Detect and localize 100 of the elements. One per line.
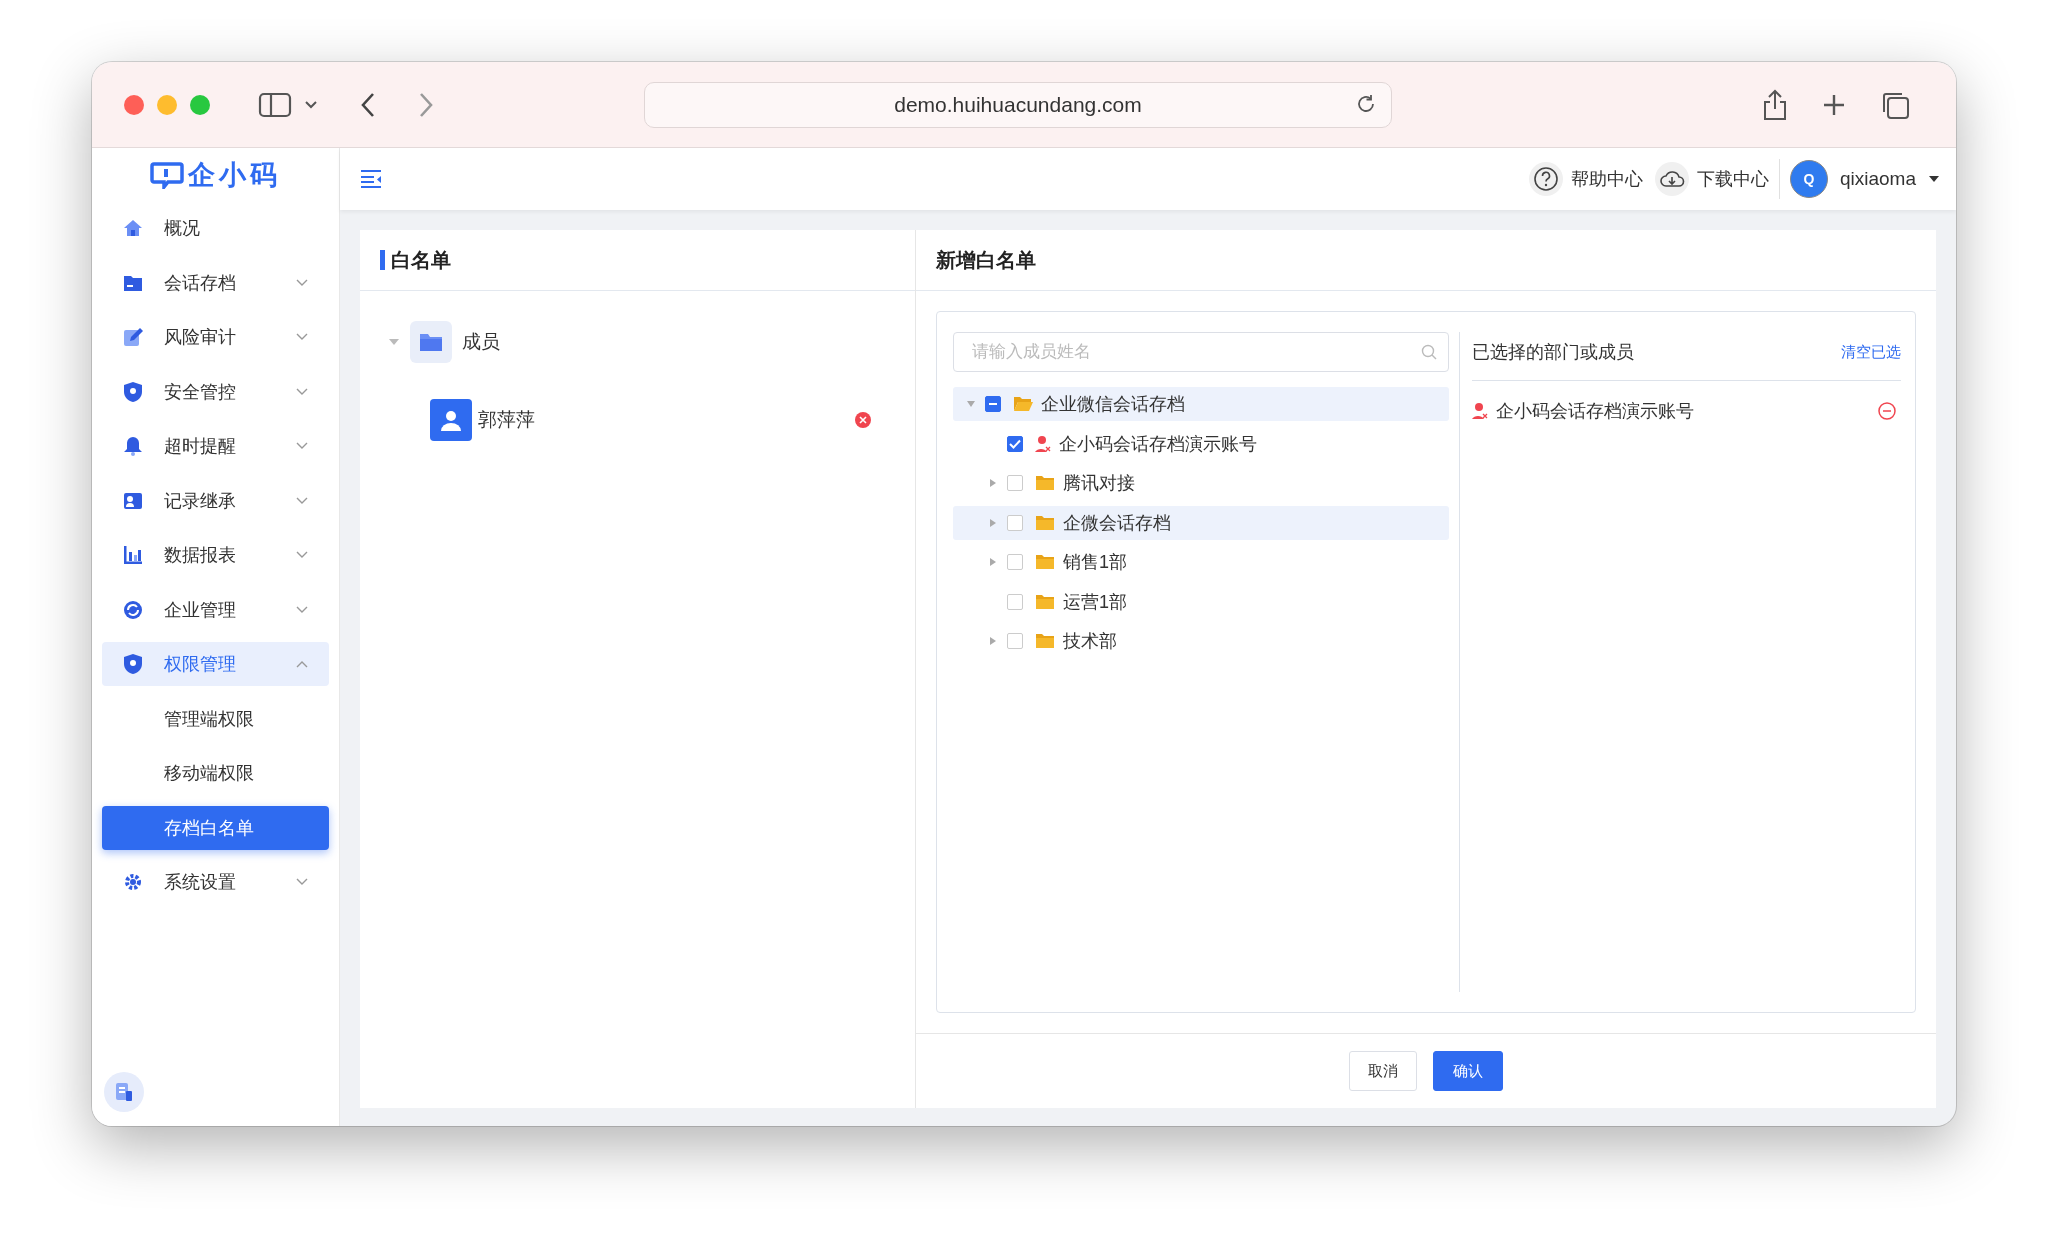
chevron-up-icon	[295, 659, 309, 669]
title-accent	[380, 250, 385, 270]
folder-icon	[1035, 593, 1055, 610]
chevron-down-icon	[295, 332, 309, 342]
chevron-down-icon	[295, 441, 309, 451]
chevron-down-icon	[295, 550, 309, 560]
caret-right-icon[interactable]	[988, 557, 998, 567]
caret-down-icon[interactable]	[388, 338, 400, 346]
chart-icon	[122, 544, 144, 566]
help-icon	[1532, 166, 1559, 192]
chevron-down-icon	[295, 495, 309, 506]
caret-down-icon[interactable]	[966, 399, 976, 409]
menu-item[interactable]: 会话存档	[102, 260, 329, 305]
shield-icon	[122, 653, 144, 675]
caret-right-icon[interactable]	[988, 517, 998, 528]
chevron-down-icon	[295, 386, 309, 397]
download-link[interactable]: 下载中心	[1654, 162, 1769, 196]
edit-icon	[122, 326, 144, 348]
logo-text: 企小码	[188, 159, 281, 192]
checkbox[interactable]	[1007, 514, 1023, 531]
tree-label: 企微会话存档	[1063, 511, 1171, 535]
forward-icon[interactable]	[418, 91, 434, 118]
logo-icon	[150, 161, 184, 189]
user-menu[interactable]: Q qixiaoma	[1789, 160, 1940, 198]
cancel-button[interactable]: 取消	[1349, 1051, 1417, 1091]
home-icon	[122, 217, 144, 239]
folder-icon	[1035, 554, 1055, 570]
gear-icon	[122, 871, 144, 893]
url-text: demo.huihuacundang.com	[894, 92, 1142, 117]
member-name: 郭萍萍	[478, 408, 535, 432]
menu-item[interactable]: 权限管理	[102, 642, 329, 686]
document-icon[interactable]	[104, 1072, 144, 1112]
menu-item[interactable]: 风险审计	[102, 315, 329, 359]
search-icon	[1421, 344, 1437, 360]
chevron-down-icon	[295, 277, 309, 288]
plus-icon[interactable]	[1822, 92, 1846, 117]
tree-row[interactable]: 技术部	[953, 624, 1449, 658]
tree-row[interactable]: 企微会话存档	[953, 505, 1449, 540]
panel-title: 白名单	[391, 247, 451, 273]
clear-selection-link[interactable]: 清空已选	[1841, 342, 1901, 362]
menu-item[interactable]: 企业管理	[102, 587, 329, 632]
bell-icon	[122, 435, 144, 457]
shield-icon	[122, 380, 144, 403]
tree-row[interactable]: 销售1部	[953, 545, 1449, 579]
tree-label: 销售1部	[1063, 551, 1127, 574]
tree-label: 腾讯对接	[1063, 472, 1135, 495]
reload-icon[interactable]	[1355, 92, 1377, 115]
share-icon[interactable]	[1762, 88, 1788, 121]
remove-icon[interactable]	[855, 412, 871, 428]
tree-label: 企小码会话存档演示账号	[1059, 432, 1257, 456]
caret-icon	[1928, 175, 1940, 183]
selected-list-title: 已选择的部门或成员	[1472, 341, 1634, 364]
tree-row[interactable]: 腾讯对接	[953, 466, 1449, 500]
tree-label: 企业微信会话存档	[1041, 393, 1185, 416]
group-label: 成员	[462, 330, 500, 354]
caret-right-icon[interactable]	[988, 636, 998, 646]
person-icon	[1472, 402, 1488, 420]
zoom-button[interactable]	[190, 94, 210, 115]
minimize-button[interactable]	[157, 94, 177, 115]
submenu-item[interactable]: 存档白名单	[102, 805, 329, 850]
checkbox[interactable]	[1007, 633, 1023, 649]
remove-icon[interactable]	[1877, 401, 1897, 421]
tree-row[interactable]: 运营1部	[953, 584, 1449, 619]
menu-item[interactable]: 概况	[102, 206, 329, 250]
menu-icon[interactable]	[360, 169, 382, 189]
menu-item[interactable]: 系统设置	[102, 860, 329, 904]
sync-icon	[122, 598, 144, 621]
folder-icon	[1013, 396, 1033, 412]
person-icon	[1035, 434, 1051, 453]
close-button[interactable]	[124, 94, 144, 115]
panel-title: 新增白名单	[936, 247, 1036, 273]
confirm-button[interactable]: 确认	[1433, 1051, 1503, 1091]
tree-label: 运营1部	[1063, 590, 1127, 614]
help-link[interactable]: 帮助中心	[1528, 162, 1643, 196]
tree-label: 技术部	[1063, 630, 1117, 653]
folder-icon	[419, 332, 443, 352]
search-field[interactable]: 请输入成员姓名	[953, 332, 1449, 372]
chevron-down-icon[interactable]	[304, 99, 318, 110]
checkbox[interactable]	[985, 396, 1001, 412]
chevron-down-icon	[295, 877, 309, 887]
checkbox[interactable]	[1007, 554, 1023, 570]
chevron-down-icon	[295, 604, 309, 615]
menu-item[interactable]: 记录继承	[102, 478, 329, 523]
tree-row[interactable]: 企小码会话存档演示账号	[953, 426, 1449, 461]
menu-item[interactable]: 安全管控	[102, 369, 329, 414]
submenu-item[interactable]: 管理端权限	[102, 696, 329, 741]
checkbox[interactable]	[1007, 435, 1023, 452]
tree-row[interactable]: 企业微信会话存档	[953, 387, 1449, 421]
address-bar[interactable]: demo.huihuacundang.com	[644, 81, 1392, 128]
folder-icon	[1035, 475, 1055, 491]
sidebar-toggle-icon[interactable]	[258, 91, 292, 118]
checkbox[interactable]	[1007, 475, 1023, 491]
menu-item[interactable]: 超时提醒	[102, 424, 329, 468]
selected-item-label: 企小码会话存档演示账号	[1496, 400, 1694, 423]
caret-right-icon[interactable]	[988, 478, 998, 488]
submenu-item[interactable]: 移动端权限	[102, 751, 329, 795]
checkbox[interactable]	[1007, 593, 1023, 610]
menu-item[interactable]: 数据报表	[102, 533, 329, 577]
user-avatar: Q	[1789, 160, 1828, 198]
back-icon[interactable]	[360, 91, 376, 118]
